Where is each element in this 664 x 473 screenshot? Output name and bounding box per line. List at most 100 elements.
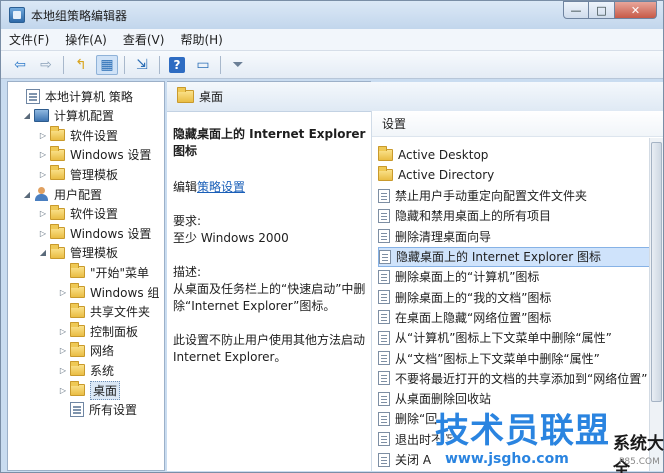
tree-item[interactable]: ▷ 管理模板 <box>38 164 118 184</box>
policy-setting-icon <box>378 208 390 223</box>
back-arrow-icon[interactable]: ⇦ <box>9 55 31 75</box>
collapsed-arrow-icon[interactable]: ▷ <box>38 209 48 218</box>
tree-item[interactable]: 本地计算机 策略 <box>14 86 133 106</box>
minimize-button[interactable]: — <box>563 1 589 19</box>
list-setting-item[interactable]: 在桌面上隐藏“网络位置”图标 <box>378 307 650 327</box>
collapsed-arrow-icon[interactable]: ▷ <box>38 150 48 159</box>
app-icon <box>9 7 25 23</box>
tree-item[interactable]: ◢ 管理模板 <box>38 243 118 263</box>
watermark: 技术员联盟 系统大全 www.jsgho.com P85.COM <box>409 403 664 473</box>
tree-item[interactable]: 所有设置 <box>58 400 137 420</box>
toolbar-separator <box>63 55 64 74</box>
policy-setting-icon <box>378 432 390 447</box>
collapsed-arrow-icon[interactable]: ▷ <box>58 288 68 297</box>
collapsed-arrow-icon[interactable]: ▷ <box>38 131 48 140</box>
folder-up-icon[interactable]: ↰ <box>70 55 92 75</box>
policy-setting-icon <box>378 330 390 345</box>
edit-policy-link[interactable]: 策略设置 <box>197 180 245 194</box>
list-setting-item[interactable]: 禁止用户手动重定向配置文件文件夹 <box>378 186 650 206</box>
collapsed-arrow-icon[interactable]: ▷ <box>58 327 68 336</box>
tree-item[interactable]: ▷ 控制面板 <box>58 321 138 341</box>
watermark-main-text: 技术员联盟 <box>435 411 610 451</box>
list-setting-item[interactable]: 从“文档”图标上下文菜单中删除“属性” <box>378 348 650 368</box>
tree-item-label: Windows 组 <box>90 285 160 300</box>
folder-icon <box>50 126 65 142</box>
menu-action[interactable]: 操作(A) <box>65 31 107 48</box>
tree-item[interactable]: ▷ 软件设置 <box>38 204 118 224</box>
expanded-arrow-icon[interactable]: ◢ <box>22 111 32 120</box>
list-setting-item[interactable]: 从“计算机”图标上下文菜单中删除“属性” <box>378 328 650 348</box>
title-bar[interactable]: 本地组策略编辑器 — □ ✕ <box>1 1 663 29</box>
collapsed-arrow-icon[interactable]: ▷ <box>38 229 48 238</box>
toolbar-separator <box>124 55 125 74</box>
list-setting-item[interactable]: 删除桌面上的“我的文档”图标 <box>378 287 650 307</box>
window-title: 本地组策略编辑器 <box>31 9 128 23</box>
user-icon <box>34 187 49 201</box>
folder-icon <box>50 165 65 181</box>
menu-view[interactable]: 查看(V) <box>123 31 165 48</box>
forward-arrow-icon[interactable]: ⇨ <box>35 55 57 75</box>
list-setting-item[interactable]: 隐藏和禁用桌面上的所有项目 <box>378 206 650 226</box>
requirements-block: 要求: 至少 Windows 2000 <box>173 213 367 247</box>
settings-column-header[interactable]: 设置 <box>372 111 663 137</box>
setting-title: 隐藏桌面上的 Internet Explorer 图标 <box>173 127 366 158</box>
folder-icon <box>70 263 85 279</box>
tree-item[interactable]: ▷ 桌面 <box>58 380 121 400</box>
tree-item[interactable]: ▷ Windows 组 <box>58 282 159 302</box>
policy-setting-icon <box>378 391 390 406</box>
folder-icon <box>378 146 393 161</box>
policy-setting-icon <box>378 188 390 203</box>
edit-prefix: 编辑 <box>173 180 198 194</box>
tree-item[interactable]: "开始"菜单 <box>58 262 149 282</box>
list-item-label: 从“文档”图标上下文菜单中删除“属性” <box>395 351 600 366</box>
tree-item[interactable]: ▷ 系统 <box>58 360 114 380</box>
tree-item[interactable]: ▷ Windows 设置 <box>38 223 151 243</box>
policy-setting-icon <box>378 371 390 386</box>
properties-icon[interactable]: ▭ <box>192 55 214 75</box>
maximize-button[interactable]: □ <box>589 1 615 19</box>
list-setting-item[interactable]: 删除桌面上的“计算机”图标 <box>378 267 650 287</box>
list-item-label: 删除桌面上的“计算机”图标 <box>395 270 540 285</box>
expanded-arrow-icon[interactable]: ◢ <box>38 248 48 257</box>
tree-item[interactable]: ◢ 计算机配置 <box>22 106 114 126</box>
tree-item[interactable]: ▷ 网络 <box>58 341 114 361</box>
tree-item-label: "开始"菜单 <box>90 265 150 280</box>
group-policy-editor-window: 本地组策略编辑器 — □ ✕ 文件(F) 操作(A) 查看(V) 帮助(H) ⇦… <box>0 0 664 473</box>
list-setting-item[interactable]: 不要将最近打开的文档的共享添加到“网络位置” <box>378 368 650 388</box>
tree-item[interactable]: ◢ 用户配置 <box>22 184 102 204</box>
scrollbar-thumb[interactable] <box>651 142 662 402</box>
tree-item[interactable]: ▷ 软件设置 <box>38 125 118 145</box>
show-hide-tree-icon[interactable]: ▦ <box>96 54 118 75</box>
tree-item-label: 本地计算机 策略 <box>45 89 133 104</box>
folder-icon <box>70 341 85 357</box>
export-list-icon[interactable]: ⇲ <box>131 55 153 75</box>
collapsed-arrow-icon[interactable]: ▷ <box>58 386 68 395</box>
policy-tree[interactable]: 本地计算机 策略 ◢ 计算机配置 ▷ 软件设置 ▷ Windows 设置 ▷ 管理模板 ◢ 用户配置… <box>7 81 165 471</box>
tree-item-label: 共享文件夹 <box>90 305 151 320</box>
tree-item-label: 软件设置 <box>70 207 119 222</box>
list-folder-item[interactable]: Active Desktop <box>378 145 650 165</box>
list-folder-item[interactable]: Active Directory <box>378 165 650 185</box>
menu-file[interactable]: 文件(F) <box>9 31 49 48</box>
description-text: 从桌面及任务栏上的“快速启动”中删除“Internet Explorer”图标。 <box>173 282 366 313</box>
list-setting-item[interactable]: 隐藏桌面上的 Internet Explorer 图标 <box>378 246 650 267</box>
expanded-arrow-icon[interactable]: ◢ <box>22 190 32 199</box>
tree-item[interactable]: 共享文件夹 <box>58 302 150 322</box>
requirements-label: 要求: <box>173 214 202 228</box>
category-title: 桌面 <box>199 90 224 104</box>
filter-icon[interactable]: ⏷ <box>227 55 249 75</box>
list-item-label: 删除清理桌面向导 <box>395 229 492 244</box>
tree-item-label: 用户配置 <box>54 187 103 202</box>
collapsed-arrow-icon[interactable]: ▷ <box>58 346 68 355</box>
tree-item[interactable]: ▷ Windows 设置 <box>38 145 151 165</box>
help-button[interactable]: ? <box>166 55 188 75</box>
tree-item-label: 网络 <box>90 344 115 359</box>
collapsed-arrow-icon[interactable]: ▷ <box>58 366 68 375</box>
folder-icon <box>70 302 85 318</box>
list-item-label: 隐藏桌面上的 Internet Explorer 图标 <box>396 250 602 264</box>
collapsed-arrow-icon[interactable]: ▷ <box>38 170 48 179</box>
list-setting-item[interactable]: 删除清理桌面向导 <box>378 226 650 246</box>
note-text: 此设置不防止用户使用其他方法启动 Internet Explorer。 <box>173 333 366 364</box>
menu-help[interactable]: 帮助(H) <box>180 31 222 48</box>
close-button[interactable]: ✕ <box>615 1 657 19</box>
